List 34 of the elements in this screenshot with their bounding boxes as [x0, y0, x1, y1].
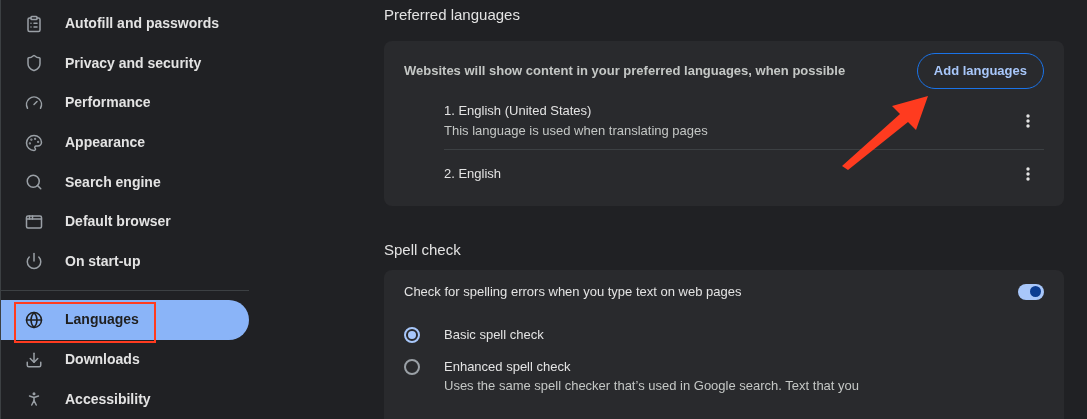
radio-button[interactable] — [404, 326, 420, 343]
sidebar-item[interactable]: Accessibility — [1, 379, 249, 419]
language-name: 1. English (United States) — [444, 102, 593, 120]
window-icon — [25, 212, 43, 231]
sidebar-item[interactable]: Languages — [1, 300, 249, 340]
radio-button[interactable] — [404, 358, 420, 375]
sidebar-item[interactable]: On start-up — [1, 241, 249, 282]
option-description: Uses the same spell checker that’s used in Google search. Text that you — [444, 376, 860, 395]
language-note: This language is used when translating pages — [444, 122, 708, 140]
search-icon — [25, 173, 43, 192]
radio-label: Basic spell check — [444, 325, 544, 344]
palette-icon — [25, 133, 43, 152]
shield-icon — [25, 54, 43, 73]
sidebar-item[interactable]: Default browser — [1, 201, 249, 242]
sidebar-item[interactable]: Downloads — [1, 339, 249, 380]
section-heading: Spell check — [384, 240, 462, 260]
sidebar-item[interactable]: Performance — [1, 83, 249, 123]
more-icon — [1026, 167, 1030, 181]
clipboard-icon — [25, 14, 43, 33]
description-text: Websites will show content in your preferred languages, when possible — [404, 62, 846, 81]
power-icon — [25, 252, 43, 271]
sidebar-item[interactable]: Search engine — [1, 162, 249, 202]
download-icon — [25, 350, 43, 369]
section-heading: Preferred languages — [384, 5, 521, 25]
globe-icon — [25, 310, 43, 329]
sidebar-item[interactable]: Autofill and passwords — [1, 4, 249, 44]
toggle-switch[interactable] — [1018, 283, 1044, 300]
toggle-label: Check for spelling errors when you type text on web pages — [404, 283, 742, 301]
sidebar-item[interactable]: Appearance — [1, 122, 249, 163]
sidebar-item[interactable]: Privacy and security — [1, 43, 249, 84]
radio-label: Enhanced spell check — [444, 357, 572, 376]
more-icon — [1026, 114, 1030, 128]
language-name: 2. English — [444, 165, 502, 183]
gauge-icon — [25, 94, 43, 112]
